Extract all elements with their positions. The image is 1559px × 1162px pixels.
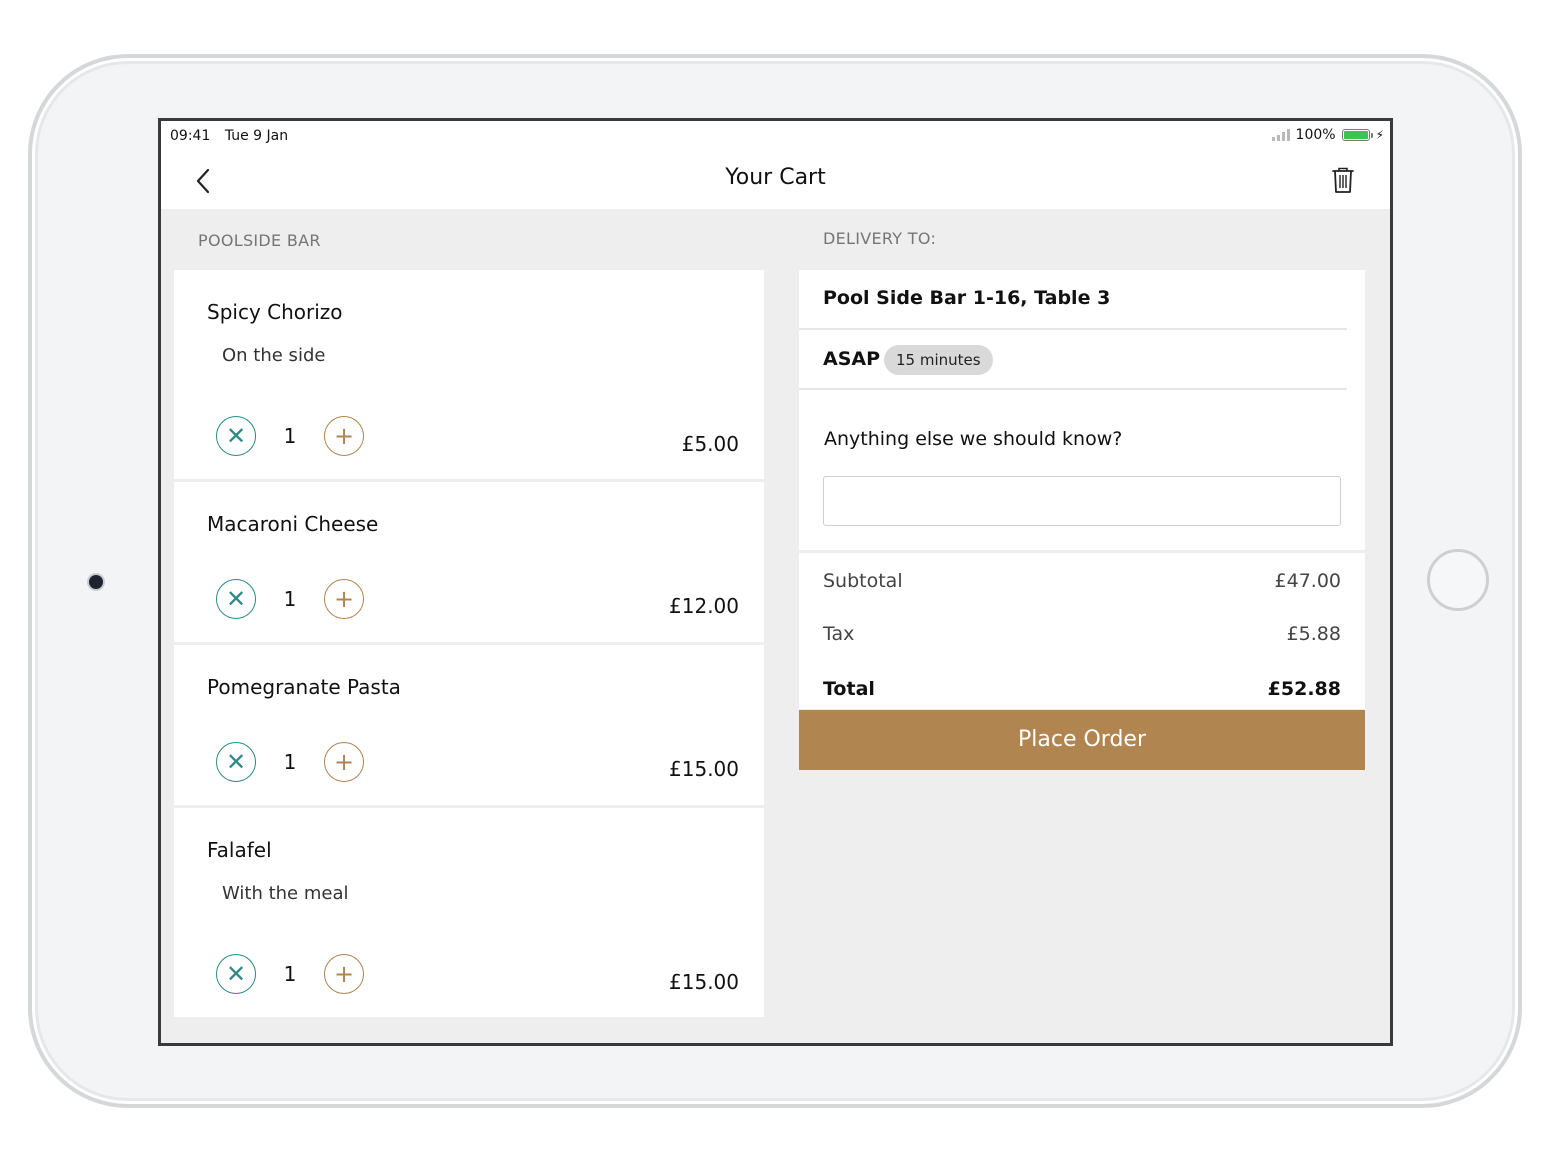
item-price: £5.00 (681, 432, 739, 456)
item-name: Spicy Chorizo (207, 300, 343, 324)
add-item-button[interactable]: + (324, 954, 364, 994)
page-title: Your Cart (725, 165, 826, 190)
item-quantity: 1 (283, 962, 297, 986)
remove-item-button[interactable]: ✕ (216, 954, 256, 994)
item-note: With the meal (222, 883, 349, 904)
notes-section: Anything else we should know? (799, 390, 1365, 550)
quantity-stepper: ✕ 1 + (216, 742, 364, 782)
plus-icon: + (333, 585, 355, 613)
status-date: Tue 9 Jan (224, 128, 289, 144)
item-price: £12.00 (669, 594, 739, 618)
total-label: Total (823, 678, 875, 700)
charging-icon: ⚡ (1375, 128, 1384, 142)
totals-card: Subtotal £47.00 Tax £5.88 Total £52.88 (799, 553, 1365, 709)
item-quantity: 1 (283, 587, 297, 611)
item-quantity: 1 (283, 424, 297, 448)
add-item-button[interactable]: + (324, 416, 364, 456)
tax-label: Tax (823, 623, 855, 645)
order-summary: Pool Side Bar 1-16, Table 3 ASAP 15 minu… (799, 270, 1365, 770)
tax-value: £5.88 (1286, 623, 1341, 645)
item-price: £15.00 (669, 970, 739, 994)
battery-icon (1341, 129, 1373, 141)
timing-label: ASAP (823, 348, 881, 370)
close-icon: ✕ (225, 585, 247, 613)
delivery-destination[interactable]: Pool Side Bar 1-16, Table 3 (799, 270, 1347, 330)
place-order-button[interactable]: Place Order (799, 710, 1365, 770)
item-price: £15.00 (669, 757, 739, 781)
home-button[interactable] (1427, 549, 1489, 611)
signal-icon (1271, 129, 1290, 141)
status-right: 100% ⚡ (1271, 127, 1384, 143)
plus-icon: + (333, 748, 355, 776)
timing-badge: 15 minutes (884, 345, 993, 375)
cart-item: Macaroni Cheese ✕ 1 + £12.00 (174, 482, 764, 642)
status-left: 09:41 Tue 9 Jan (170, 128, 298, 144)
close-icon: ✕ (225, 748, 247, 776)
screen-bezel: 09:41 Tue 9 Jan 100% ⚡ Your Cart POOLSID… (158, 118, 1393, 1046)
quantity-stepper: ✕ 1 + (216, 416, 364, 456)
navigation-bar: Your Cart (161, 151, 1390, 209)
plus-icon: + (333, 422, 355, 450)
remove-item-button[interactable]: ✕ (216, 416, 256, 456)
cart-item: Falafel With the meal ✕ 1 + £15.00 (174, 808, 764, 1017)
delivery-label: DELIVERY TO: (823, 229, 937, 248)
destination-text: Pool Side Bar 1-16, Table 3 (823, 287, 1111, 309)
close-icon: ✕ (225, 960, 247, 988)
remove-item-button[interactable]: ✕ (216, 742, 256, 782)
venue-label: POOLSIDE BAR (198, 231, 321, 250)
cart-item: Spicy Chorizo On the side ✕ 1 + £5.00 (174, 270, 764, 479)
app-display: 09:41 Tue 9 Jan 100% ⚡ Your Cart POOLSID… (161, 121, 1390, 1043)
item-name: Falafel (207, 838, 272, 862)
quantity-stepper: ✕ 1 + (216, 954, 364, 994)
clear-cart-button[interactable] (1326, 163, 1360, 197)
subtotal-label: Subtotal (823, 570, 903, 592)
status-time: 09:41 (170, 128, 211, 144)
cart-items-list: Spicy Chorizo On the side ✕ 1 + £5.00 Ma… (174, 270, 764, 1020)
item-quantity: 1 (283, 750, 297, 774)
delivery-card: Pool Side Bar 1-16, Table 3 ASAP 15 minu… (799, 270, 1365, 550)
notes-question: Anything else we should know? (824, 428, 1123, 450)
status-bar: 09:41 Tue 9 Jan 100% ⚡ (161, 121, 1390, 151)
notes-input[interactable] (823, 476, 1341, 526)
close-icon: ✕ (225, 422, 247, 450)
add-item-button[interactable]: + (324, 579, 364, 619)
item-note: On the side (222, 345, 326, 366)
add-item-button[interactable]: + (324, 742, 364, 782)
plus-icon: + (333, 960, 355, 988)
subtotal-value: £47.00 (1274, 570, 1341, 592)
item-name: Macaroni Cheese (207, 512, 379, 536)
battery-percent: 100% (1295, 127, 1336, 143)
total-value: £52.88 (1267, 678, 1341, 700)
trash-icon (1332, 167, 1354, 193)
delivery-time[interactable]: ASAP 15 minutes (799, 330, 1347, 390)
remove-item-button[interactable]: ✕ (216, 579, 256, 619)
item-name: Pomegranate Pasta (207, 675, 401, 699)
quantity-stepper: ✕ 1 + (216, 579, 364, 619)
front-camera (89, 575, 103, 589)
cart-item: Pomegranate Pasta ✕ 1 + £15.00 (174, 645, 764, 805)
